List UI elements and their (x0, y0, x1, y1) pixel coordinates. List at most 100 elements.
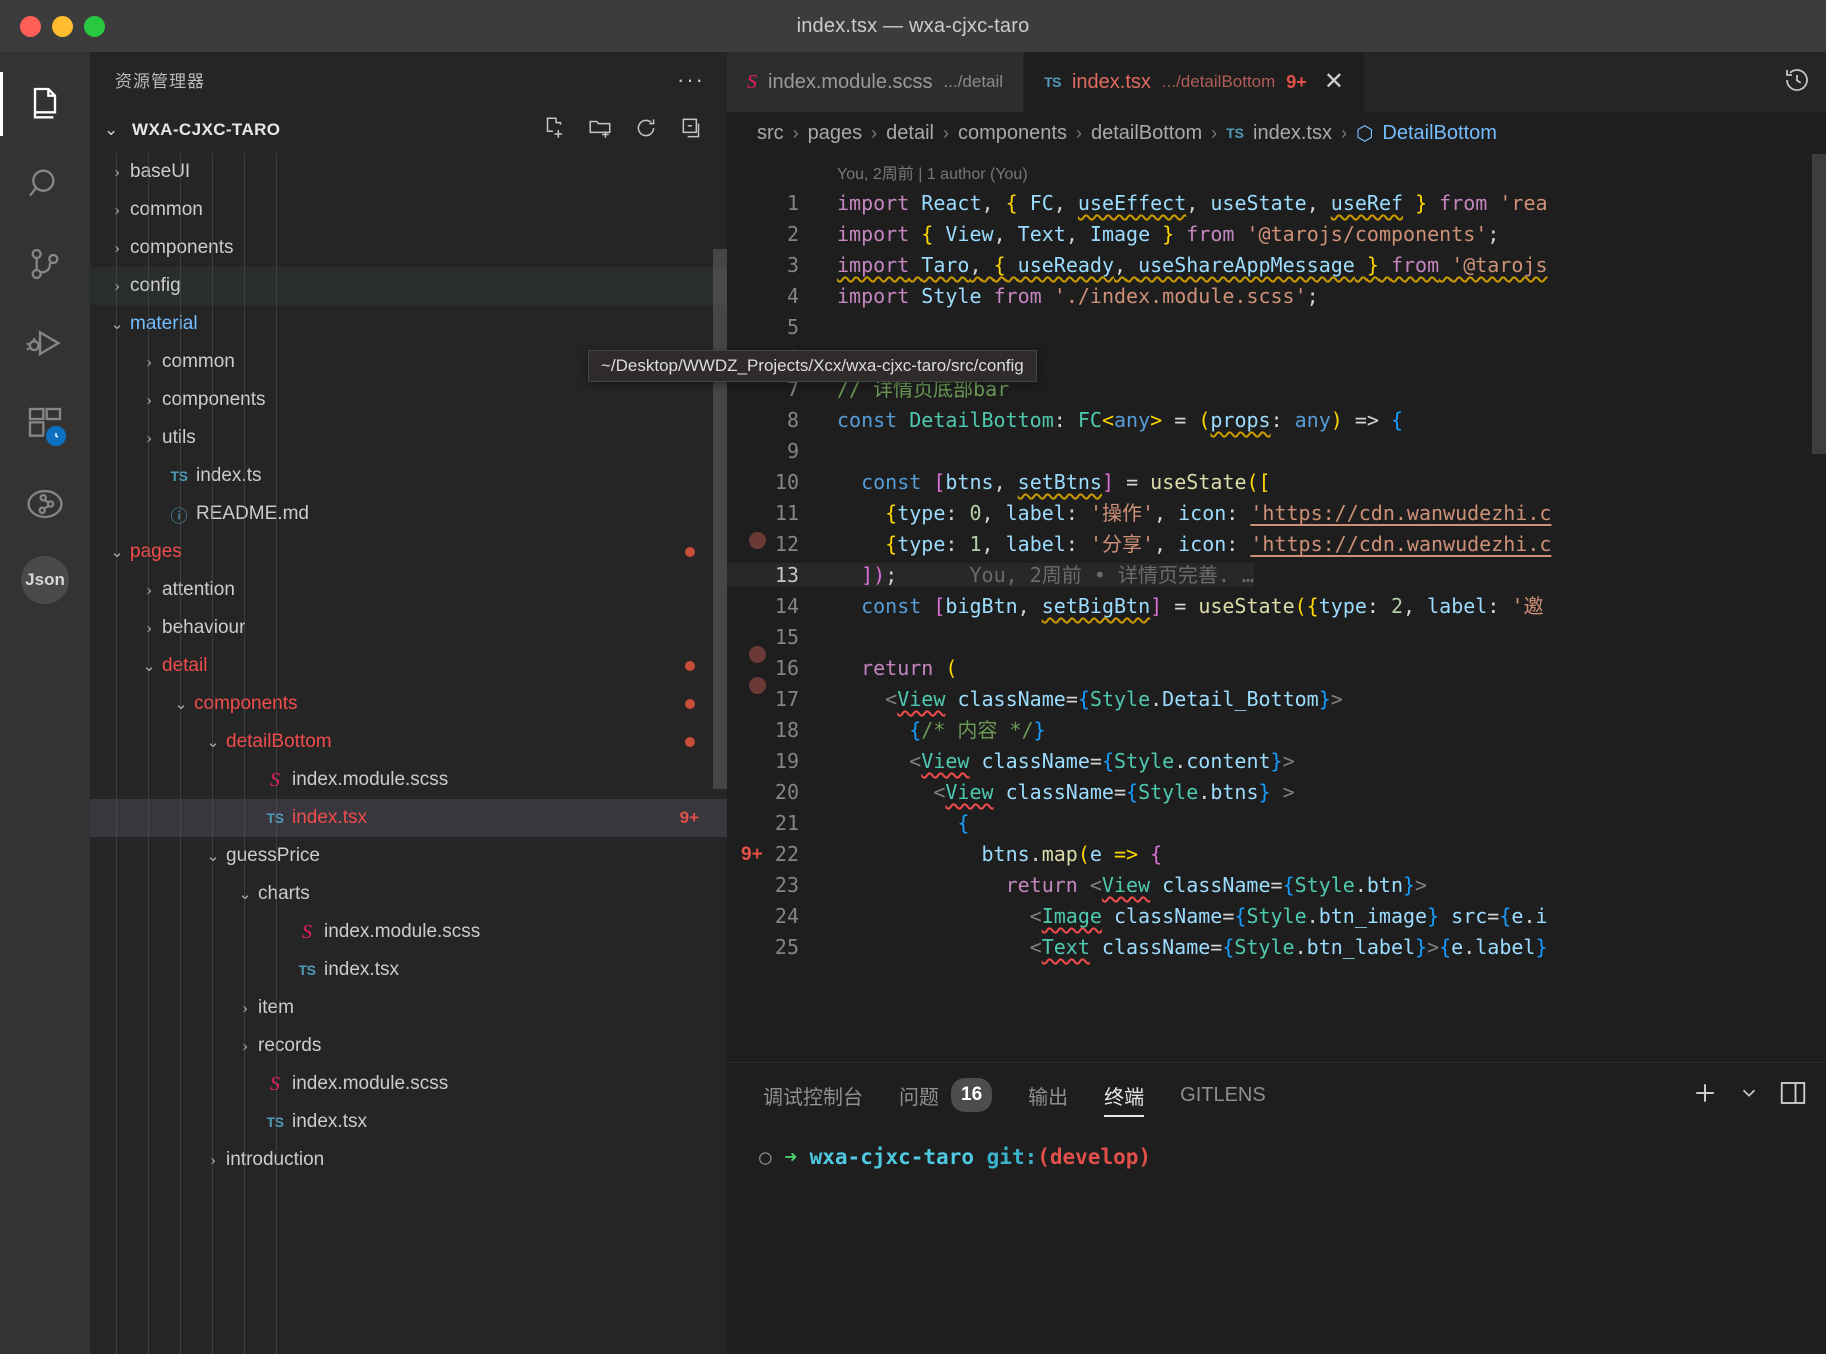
workspace-root-row[interactable]: ⌄ WXA-CJXC-TARO (90, 107, 727, 153)
activity-gitlens[interactable] (0, 464, 90, 544)
tab-problem-badge: 9+ (1286, 71, 1307, 92)
tree-row-label: attention (162, 579, 235, 600)
tree-row[interactable]: › records (90, 1027, 727, 1065)
tree-row[interactable]: ›ⓘREADME.md (90, 495, 727, 533)
breadcrumb-item-detail[interactable]: detail (886, 122, 934, 145)
tree-row[interactable]: › config (90, 267, 727, 305)
tree-row[interactable]: › attention (90, 571, 727, 609)
activity-run-and-debug[interactable] (0, 304, 90, 384)
editor-scrollbar[interactable] (1812, 154, 1826, 454)
chevron-right-icon: › (114, 239, 120, 257)
new-file-icon[interactable] (541, 115, 567, 146)
zoom-window-button[interactable] (84, 15, 105, 37)
tree-row-change-dot (685, 547, 695, 557)
tree-row[interactable]: ⌄ detail (90, 647, 727, 685)
tree-row[interactable]: ›Sindex.module.scss (90, 761, 727, 799)
add-terminal-icon[interactable] (1690, 1078, 1720, 1113)
tree-row[interactable]: ›TSindex.tsx (90, 1103, 727, 1141)
tab-index-tsx[interactable]: TS index.tsx .../detailBottom 9+ ✕ (1024, 52, 1365, 112)
close-window-button[interactable] (20, 15, 41, 37)
panel-tab-debug-console[interactable]: 调试控制台 (763, 1063, 863, 1127)
tree-row[interactable]: › components (90, 381, 727, 419)
tree-row[interactable]: ›TSindex.tsx9+ (90, 799, 727, 837)
file-tree[interactable]: › baseUI › common › components › config ⌄ materia… (90, 153, 727, 1354)
new-folder-icon[interactable] (587, 115, 613, 146)
tab-index-module-scss[interactable]: S index.module.scss .../detail (727, 52, 1025, 112)
tree-row-label: behaviour (162, 617, 246, 638)
tree-row[interactable]: ⌄ pages (90, 533, 727, 571)
panel-tab-output[interactable]: 输出 (1028, 1063, 1068, 1127)
breadcrumb[interactable]: src › pages › detail › components › deta… (727, 112, 1826, 154)
tab-label: index.module.scss (768, 70, 933, 93)
explorer-more-actions-button[interactable]: ··· (677, 67, 705, 93)
activity-search[interactable] (0, 144, 90, 224)
tree-row[interactable]: › baseUI (90, 153, 727, 191)
tree-row[interactable]: › behaviour (90, 609, 727, 647)
code-editor[interactable]: You, 2周前 | 1 author (You) 9+ 1 import Rea… (727, 154, 1826, 1062)
panel-tab-terminal[interactable]: 终端 (1104, 1063, 1145, 1127)
tree-row[interactable]: › item (90, 989, 727, 1027)
chevron-down-icon: ⌄ (142, 658, 156, 675)
tree-row-label: components (194, 693, 298, 714)
history-icon[interactable] (1782, 65, 1812, 100)
panel-tab-label: GITLENS (1180, 1083, 1266, 1106)
minimize-window-button[interactable] (52, 15, 73, 37)
avatar[interactable]: Json (21, 556, 69, 604)
explorer-actions (541, 115, 727, 146)
tree-row-label: index.module.scss (292, 1073, 449, 1094)
sidebar-scrollbar[interactable] (713, 249, 727, 789)
code-lines[interactable]: 1 import React, { FC, useEffect, useState… (727, 188, 1826, 963)
tree-row[interactable]: › introduction (90, 1141, 727, 1179)
scss-icon: S (302, 920, 312, 943)
activity-extensions[interactable] (0, 384, 90, 464)
tree-row-label: guessPrice (226, 845, 320, 866)
tree-row-label: common (130, 199, 203, 220)
tree-row[interactable]: › utils (90, 419, 727, 457)
explorer-title: 资源管理器 (115, 72, 205, 91)
tree-row-change-dot (685, 661, 695, 671)
chevron-down-icon[interactable] (1738, 1082, 1760, 1109)
tree-row[interactable]: ›TSindex.ts (90, 457, 727, 495)
tree-row-label: index.module.scss (292, 769, 449, 790)
gitlens-icon (24, 483, 66, 525)
panel-tab-problems[interactable]: 问题 16 (899, 1063, 993, 1127)
explorer-sidebar: 资源管理器 ··· ⌄ WXA-CJXC-TARO › baseUI › com… (90, 52, 1037, 1354)
terminal-body[interactable]: ○ ➜ wxa-cjxc-taro git:(develop) (727, 1127, 1826, 1354)
tree-row[interactable]: ›Sindex.module.scss (90, 1065, 727, 1103)
tree-row[interactable]: ›TSindex.tsx (90, 951, 727, 989)
tree-row[interactable]: ⌄ guessPrice (90, 837, 727, 875)
tree-row-label: index.tsx (292, 1111, 367, 1132)
panel-tab-gitlens[interactable]: GITLENS (1180, 1063, 1266, 1127)
breadcrumb-item-file[interactable]: index.tsx (1253, 122, 1332, 145)
tree-row-label: detail (162, 655, 208, 676)
breadcrumb-item-pages[interactable]: pages (808, 122, 863, 145)
refresh-icon[interactable] (633, 115, 659, 146)
breadcrumb-item-detailbottom[interactable]: detailBottom (1091, 122, 1202, 145)
scss-icon: S (270, 768, 280, 791)
ts-icon: TS (170, 468, 188, 484)
breadcrumb-item-symbol[interactable]: DetailBottom (1382, 122, 1497, 145)
activity-source-control[interactable] (0, 224, 90, 304)
tree-row-label: detailBottom (226, 731, 332, 752)
tree-row[interactable]: ⌄ detailBottom (90, 723, 727, 761)
breadcrumb-item-src[interactable]: src (757, 122, 784, 145)
scss-icon: S (747, 70, 757, 93)
scss-icon: S (270, 1072, 280, 1095)
breadcrumb-item-components[interactable]: components (958, 122, 1067, 145)
traffic-lights (0, 15, 105, 37)
tree-row[interactable]: › components (90, 229, 727, 267)
collapse-all-icon[interactable] (679, 115, 705, 146)
close-icon[interactable]: ✕ (1318, 70, 1344, 94)
tree-row[interactable]: › common (90, 191, 727, 229)
panel-tab-label: 输出 (1028, 1086, 1069, 1109)
tree-row[interactable]: ⌄ components (90, 685, 727, 723)
split-panel-icon[interactable] (1778, 1078, 1808, 1113)
editor-tab-actions (1782, 52, 1826, 112)
tree-row[interactable]: ›Sindex.module.scss (90, 913, 727, 951)
activity-explorer[interactable] (0, 64, 90, 144)
tree-row[interactable]: ⌄ charts (90, 875, 727, 913)
ts-icon: TS (298, 962, 316, 978)
chevron-down-icon: ⌄ (206, 848, 220, 865)
tree-row[interactable]: ⌄ material (90, 305, 727, 343)
path-tooltip: ~/Desktop/WWDZ_Projects/Xcx/wxa-cjxc-tar… (588, 350, 1037, 382)
